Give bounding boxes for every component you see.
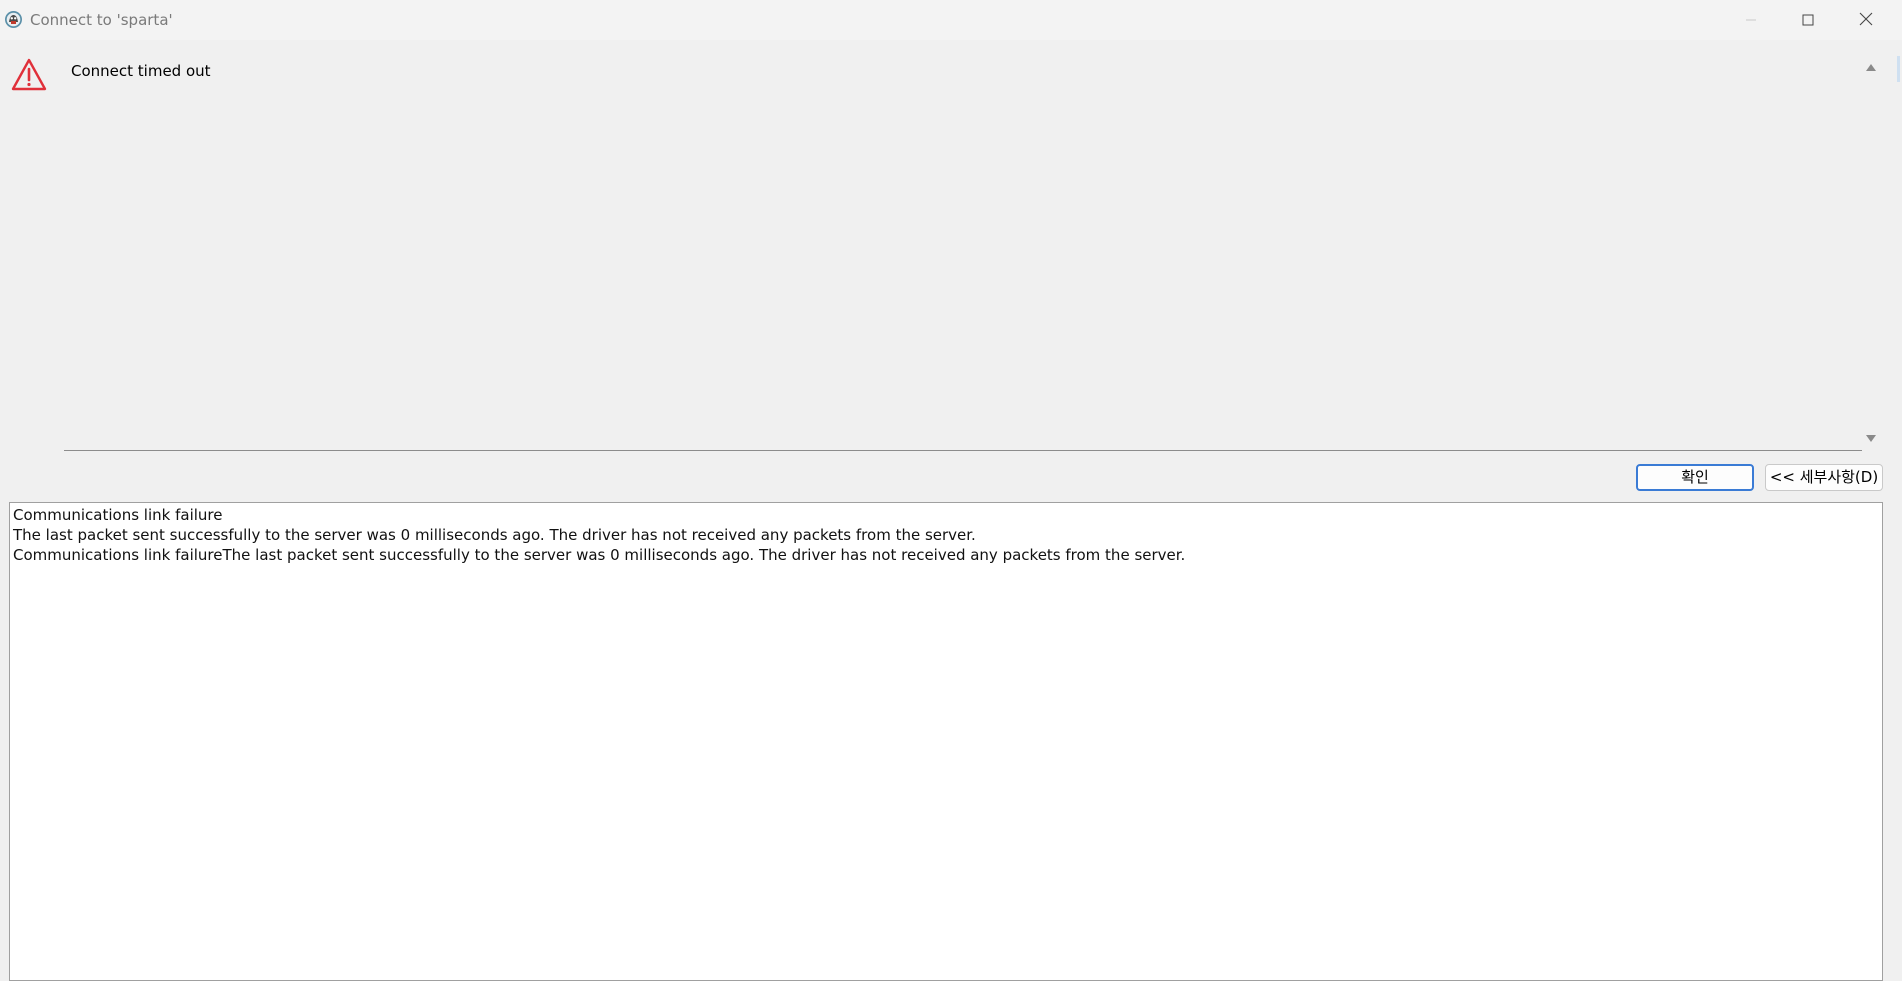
window-edge-highlight — [1897, 56, 1900, 82]
message-text-area[interactable]: Connect timed out — [64, 57, 1862, 451]
message-scrollbar[interactable] — [1860, 57, 1882, 450]
scroll-up-arrow-icon[interactable] — [1866, 64, 1876, 71]
warning-triangle-icon — [11, 58, 47, 92]
details-text-area[interactable]: Communications link failure The last pac… — [9, 502, 1883, 981]
details-toggle-button[interactable]: << 세부사항(D) — [1765, 464, 1883, 491]
title-bar[interactable]: Connect to 'sparta' — [0, 0, 1902, 40]
details-line: Communications link failure — [13, 506, 223, 524]
close-icon — [1859, 11, 1873, 30]
minimize-icon — [1745, 11, 1757, 30]
error-dialog-window: Connect to 'sparta' Connect timed out 확인… — [0, 0, 1902, 981]
window-title: Connect to 'sparta' — [30, 11, 173, 29]
details-line: Communications link failureThe last pack… — [13, 546, 1186, 564]
details-line: The last packet sent successfully to the… — [13, 526, 976, 544]
dbeaver-app-icon — [4, 10, 23, 29]
maximize-button[interactable] — [1779, 0, 1837, 40]
error-message: Connect timed out — [71, 62, 211, 80]
scroll-down-arrow-icon[interactable] — [1866, 435, 1876, 442]
close-button[interactable] — [1837, 0, 1895, 40]
minimize-button[interactable] — [1722, 0, 1780, 40]
ok-button[interactable]: 확인 — [1636, 464, 1754, 491]
maximize-icon — [1802, 11, 1814, 30]
